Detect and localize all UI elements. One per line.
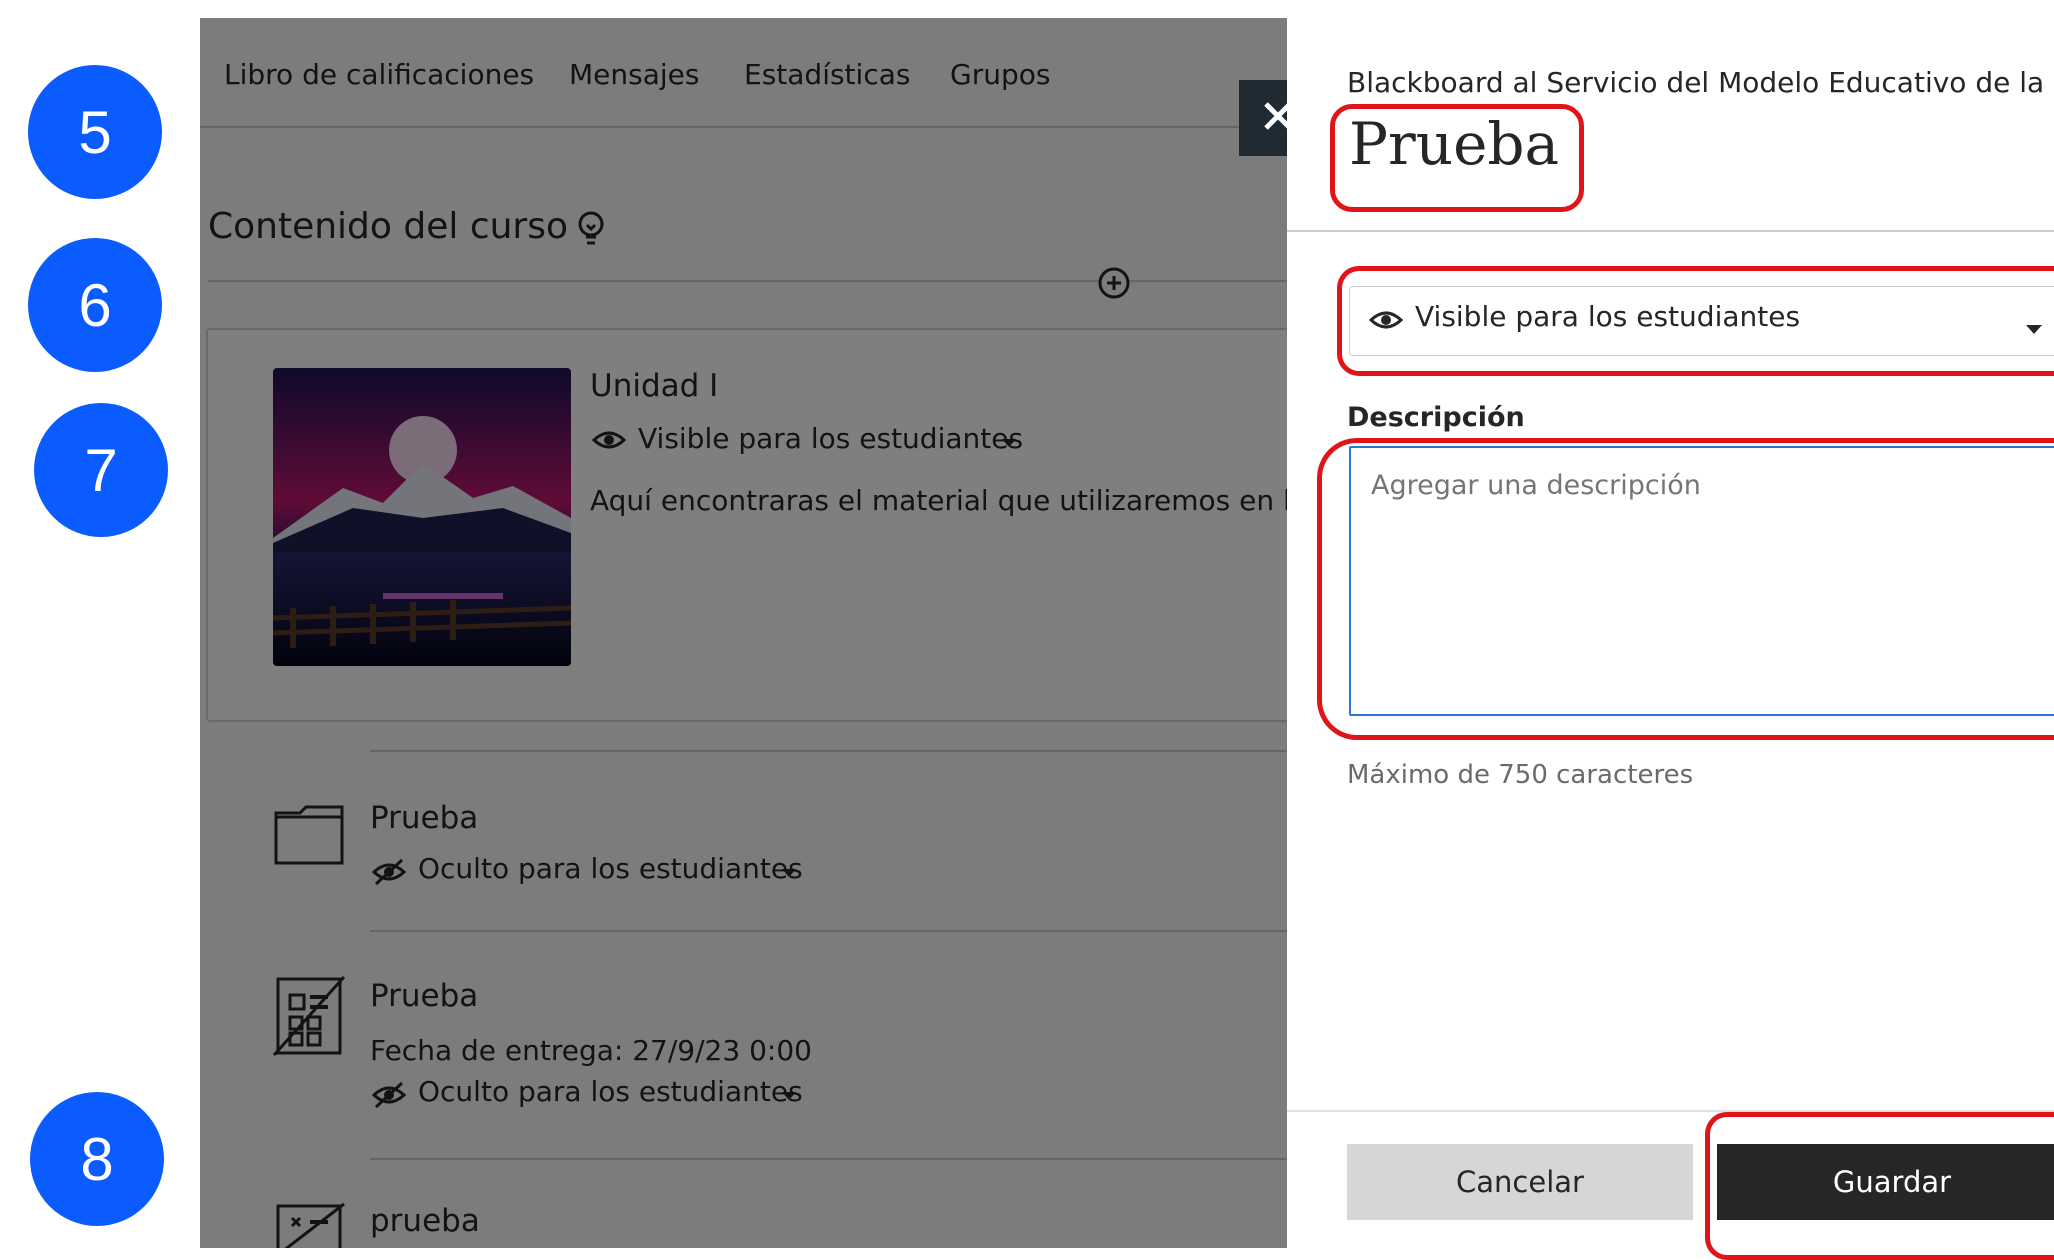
- folder-icon: [274, 803, 344, 869]
- cancel-button[interactable]: Cancelar: [1347, 1144, 1693, 1220]
- chevron-down-icon: [782, 1087, 796, 1106]
- tab-statistics[interactable]: Estadísticas: [744, 58, 910, 91]
- step-marker-8: 8: [30, 1092, 164, 1226]
- description-label: Descripción: [1347, 402, 1525, 433]
- plus-circle-icon[interactable]: [1097, 266, 1131, 304]
- step-marker-7: 7: [34, 403, 168, 537]
- eye-slash-icon: [371, 1081, 407, 1113]
- unit-description: Aquí encontraras el material que utiliza…: [590, 484, 1287, 517]
- tab-groups[interactable]: Grupos: [950, 58, 1050, 91]
- chevron-down-icon: [782, 864, 796, 883]
- description-hint: Máximo de 750 caracteres: [1347, 760, 1694, 790]
- highlight-box-description: [1317, 438, 2054, 740]
- tab-messages[interactable]: Mensajes: [569, 58, 699, 91]
- course-content-heading: Contenido del curso: [208, 206, 569, 247]
- assessment-icon: [270, 1200, 348, 1248]
- test-title[interactable]: Prueba: [370, 978, 478, 1014]
- step-marker-5: 5: [28, 65, 162, 199]
- unit-thumbnail: [273, 368, 571, 666]
- test-due-date: Fecha de entrega: 27/9/23 0:00: [370, 1034, 812, 1067]
- content-settings-panel: Blackboard al Servicio del Modelo Educat…: [1287, 18, 2054, 1260]
- tab-gradebook[interactable]: Libro de calificaciones: [224, 58, 534, 91]
- divider: [370, 1158, 1287, 1160]
- breadcrumb: Blackboard al Servicio del Modelo Educat…: [1347, 66, 2054, 99]
- highlight-box-save: [1705, 1112, 2054, 1260]
- folder-visibility[interactable]: Oculto para los estudiantes: [418, 852, 803, 885]
- unit-visibility[interactable]: Visible para los estudiantes: [638, 422, 1023, 455]
- test-visibility[interactable]: Oculto para los estudiantes: [418, 1075, 803, 1108]
- eye-slash-icon: [371, 858, 407, 890]
- highlight-box-visibility: [1337, 266, 2054, 376]
- step-marker-6: 6: [28, 238, 162, 372]
- course-page: Libro de calificaciones Mensajes Estadís…: [200, 18, 1287, 1248]
- test-title[interactable]: prueba: [370, 1203, 480, 1239]
- folder-title[interactable]: Prueba: [370, 800, 478, 836]
- divider: [1287, 230, 2054, 232]
- eye-icon: [591, 428, 627, 456]
- assessment-icon: [270, 973, 348, 1061]
- divider: [370, 750, 1287, 752]
- divider: [370, 930, 1287, 932]
- highlight-box-title: [1330, 104, 1584, 212]
- lightbulb-icon[interactable]: [576, 210, 606, 254]
- unit-title[interactable]: Unidad I: [590, 368, 718, 404]
- chevron-down-icon: [1002, 434, 1016, 453]
